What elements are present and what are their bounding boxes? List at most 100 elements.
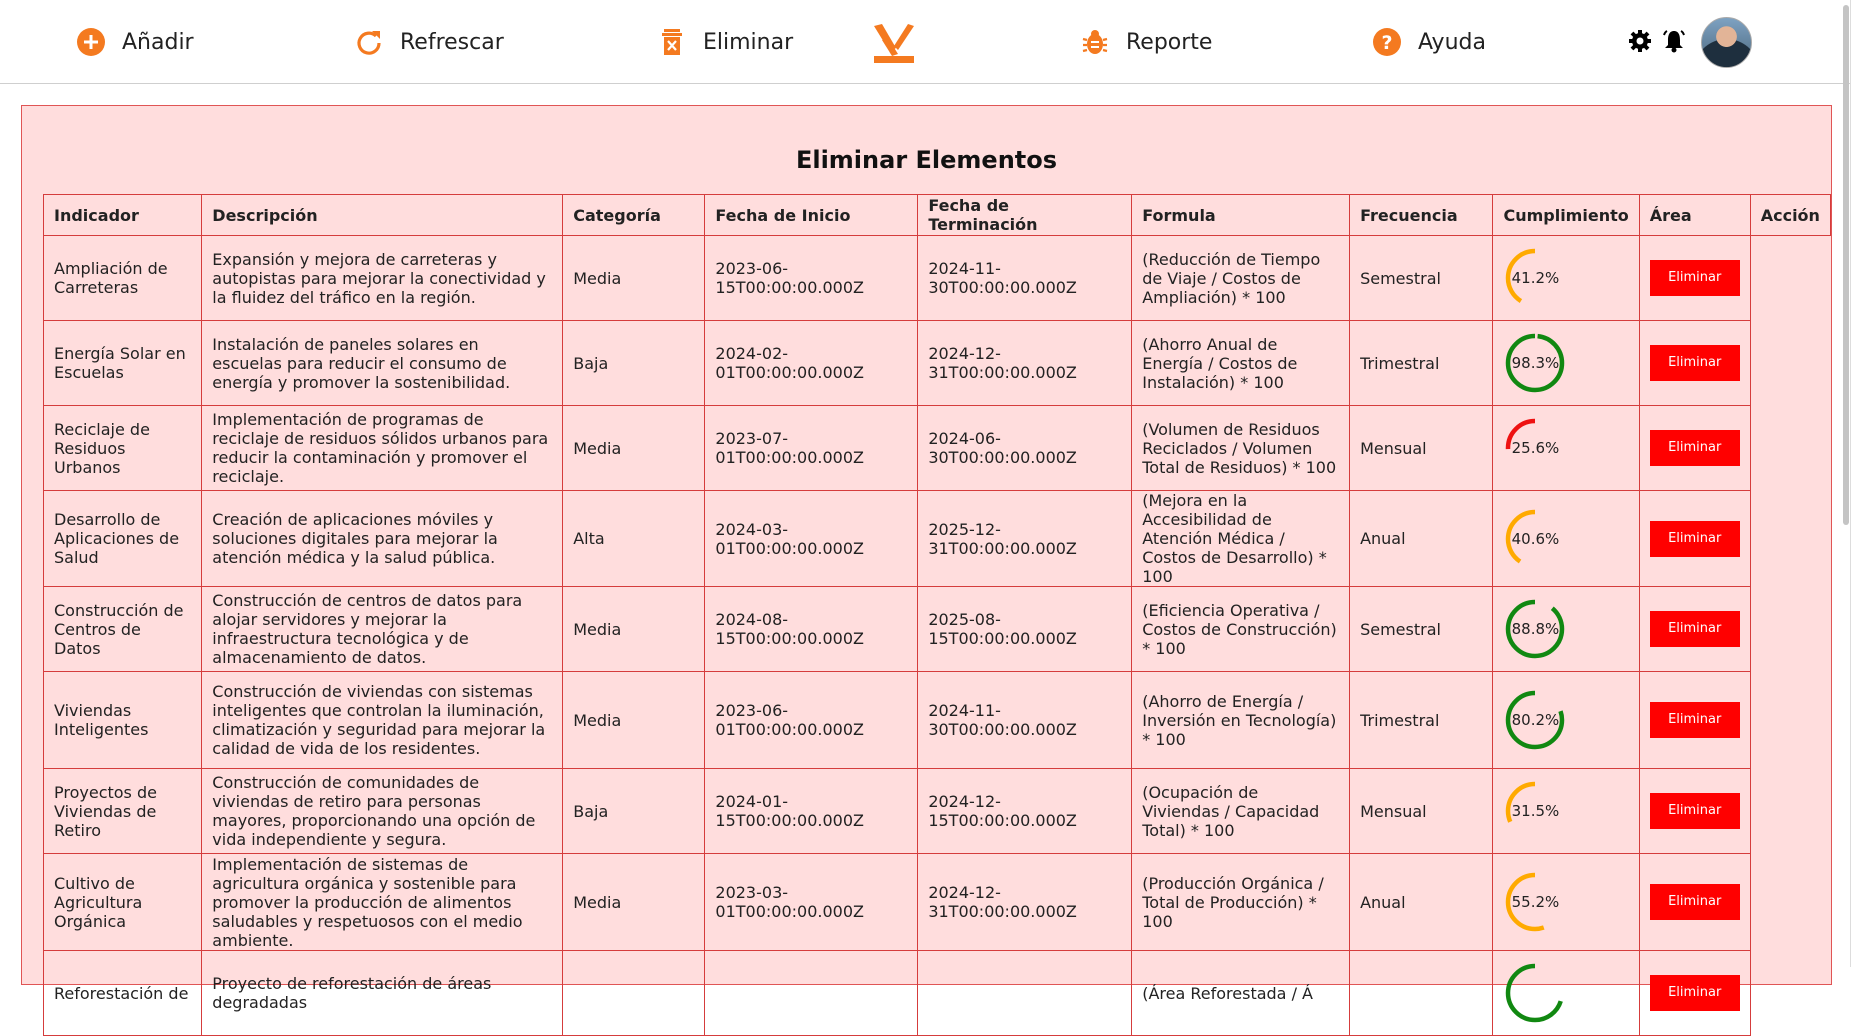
cell-accion bbox=[1750, 491, 1830, 587]
header-accion: Acción bbox=[1749, 194, 1832, 236]
cell-indicador: Reciclaje de Residuos Urbanos bbox=[42, 405, 203, 491]
delete-row-button[interactable]: Eliminar bbox=[1649, 702, 1740, 738]
gauge-percent-label bbox=[1503, 961, 1567, 1025]
help-label: Ayuda bbox=[1418, 29, 1486, 55]
table-row: Viviendas Inteligentes Construcción de vi… bbox=[42, 671, 1831, 769]
cell-categoria bbox=[562, 950, 706, 1036]
cell-area: Eliminar bbox=[1638, 671, 1751, 769]
cell-fecha-terminacion: 2024-11-30T00:00:00.000Z bbox=[917, 671, 1133, 769]
cell-fecha-terminacion: 2024-12-31T00:00:00.000Z bbox=[917, 853, 1133, 951]
delete-row-button[interactable]: Eliminar bbox=[1649, 793, 1740, 829]
cell-categoria: Media bbox=[562, 853, 706, 951]
cell-categoria: Alta bbox=[562, 490, 706, 587]
delete-row-button[interactable]: Eliminar bbox=[1649, 884, 1740, 920]
gauge-percent-label: 88.8% bbox=[1511, 620, 1560, 638]
report-label: Reporte bbox=[1126, 29, 1213, 55]
top-navbar: Añadir Refrescar Eliminar Reporte ? Ayud… bbox=[0, 0, 1851, 84]
user-avatar[interactable] bbox=[1701, 17, 1752, 68]
compliance-gauge: 55.2% bbox=[1503, 870, 1567, 934]
delete-row-button[interactable]: Eliminar bbox=[1649, 260, 1740, 296]
compliance-gauge: 25.6% bbox=[1503, 416, 1567, 480]
cell-cumplimiento: 31.5% bbox=[1492, 768, 1640, 854]
svg-text:?: ? bbox=[1381, 32, 1392, 54]
cell-area: Eliminar bbox=[1638, 586, 1751, 672]
cell-descripcion: Construcción de comunidades de viviendas… bbox=[201, 768, 564, 854]
delete-nav-button[interactable]: Eliminar bbox=[655, 20, 793, 64]
cell-descripcion: Implementación de sistemas de agricultur… bbox=[201, 853, 564, 951]
refresh-icon bbox=[352, 25, 386, 59]
cell-indicador: Energía Solar en Escuelas bbox=[42, 320, 203, 406]
cell-formula: (Ahorro Anual de Energía / Costos de Ins… bbox=[1131, 320, 1351, 406]
table-row: Energía Solar en Escuelas Instalación de … bbox=[42, 320, 1831, 406]
cell-fecha-terminacion: 2024-11-30T00:00:00.000Z bbox=[917, 235, 1133, 321]
refresh-button[interactable]: Refrescar bbox=[352, 20, 504, 64]
help-button[interactable]: ? Ayuda bbox=[1370, 20, 1486, 64]
compliance-gauge: 80.2% bbox=[1503, 688, 1567, 752]
header-formula: Formula bbox=[1131, 194, 1351, 236]
gauge-percent-label: 40.6% bbox=[1511, 529, 1560, 548]
cell-accion bbox=[1750, 951, 1830, 1036]
cell-formula: (Área Reforestada / Á bbox=[1131, 950, 1351, 1036]
cell-area: Eliminar bbox=[1638, 405, 1751, 491]
compliance-gauge bbox=[1503, 961, 1567, 1025]
cell-indicador: Ampliación de Carreteras bbox=[42, 235, 203, 321]
cell-cumplimiento: 40.6% bbox=[1492, 490, 1640, 587]
cell-area: Eliminar bbox=[1638, 490, 1751, 587]
cell-frecuencia: Anual bbox=[1349, 853, 1494, 951]
gauge-percent-label: 41.2% bbox=[1511, 269, 1560, 287]
cell-fecha-inicio: 2023-03-01T00:00:00.000Z bbox=[704, 853, 919, 951]
cell-categoria: Media bbox=[562, 405, 706, 491]
gauge-percent-label: 25.6% bbox=[1511, 439, 1560, 457]
cell-descripcion: Proyecto de reforestación de áreas degra… bbox=[201, 950, 564, 1036]
cell-categoria: Baja bbox=[562, 768, 706, 854]
cell-frecuencia: Semestral bbox=[1349, 235, 1494, 321]
delete-row-button[interactable]: Eliminar bbox=[1649, 430, 1740, 466]
cell-fecha-inicio: 2023-06-01T00:00:00.000Z bbox=[704, 671, 919, 769]
report-button[interactable]: Reporte bbox=[1078, 20, 1212, 64]
cell-area: Eliminar bbox=[1638, 235, 1751, 321]
delete-row-button[interactable]: Eliminar bbox=[1649, 975, 1740, 1011]
table-body: Ampliación de Carreteras Expansión y mejo… bbox=[42, 235, 1831, 1036]
header-fecha-terminacion: Fecha de Terminación bbox=[917, 194, 1133, 236]
cell-descripcion: Expansión y mejora de carreteras y autop… bbox=[201, 235, 564, 321]
cell-indicador: Cultivo de Agricultura Orgánica bbox=[42, 853, 203, 951]
cell-descripcion: Instalación de paneles solares en escuel… bbox=[201, 320, 564, 406]
cell-descripcion: Implementación de programas de reciclaje… bbox=[201, 405, 564, 491]
cell-accion bbox=[1750, 672, 1830, 769]
table-header-row: Indicador Descripción Categoría Fecha de… bbox=[42, 194, 1832, 236]
table-row: Cultivo de Agricultura Orgánica Implement… bbox=[42, 853, 1831, 951]
cell-fecha-terminacion: 2025-08-15T00:00:00.000Z bbox=[917, 586, 1133, 672]
delete-row-button[interactable]: Eliminar bbox=[1649, 611, 1740, 647]
delete-row-button[interactable]: Eliminar bbox=[1649, 345, 1740, 381]
cell-indicador: Construcción de Centros de Datos bbox=[42, 586, 203, 672]
cell-frecuencia bbox=[1349, 950, 1494, 1036]
bell-icon[interactable] bbox=[1662, 29, 1686, 53]
cell-formula: (Eficiencia Operativa / Costos de Constr… bbox=[1131, 586, 1351, 672]
cell-fecha-inicio: 2024-08-15T00:00:00.000Z bbox=[704, 586, 919, 672]
cell-formula: (Reducción de Tiempo de Viaje / Costos d… bbox=[1131, 235, 1351, 321]
header-descripcion: Descripción bbox=[201, 194, 564, 236]
cell-fecha-inicio: 2024-01-15T00:00:00.000Z bbox=[704, 768, 919, 854]
add-button[interactable]: Añadir bbox=[74, 20, 194, 64]
header-fecha-inicio: Fecha de Inicio bbox=[704, 194, 919, 236]
cell-fecha-terminacion: 2025-12-31T00:00:00.000Z bbox=[917, 490, 1133, 587]
cell-fecha-inicio bbox=[704, 950, 919, 1036]
cell-area: Eliminar bbox=[1638, 320, 1751, 406]
cell-accion bbox=[1750, 236, 1830, 321]
cell-indicador: Reforestación de bbox=[42, 950, 203, 1036]
scrollbar-thumb[interactable] bbox=[1843, 5, 1849, 525]
cell-descripcion: Creación de aplicaciones móviles y soluc… bbox=[201, 490, 564, 587]
cell-cumplimiento: 80.2% bbox=[1492, 671, 1640, 769]
delete-label: Eliminar bbox=[703, 29, 794, 55]
cell-categoria: Media bbox=[562, 671, 706, 769]
table-row: Reforestación de Proyecto de reforestació… bbox=[42, 950, 1831, 1036]
cell-indicador: Viviendas Inteligentes bbox=[42, 671, 203, 769]
gear-icon[interactable] bbox=[1628, 29, 1652, 53]
cell-frecuencia: Trimestral bbox=[1349, 320, 1494, 406]
delete-row-button[interactable]: Eliminar bbox=[1649, 520, 1740, 557]
compliance-gauge: 41.2% bbox=[1503, 246, 1567, 310]
table-row: Reciclaje de Residuos Urbanos Implementac… bbox=[42, 405, 1831, 491]
cell-formula: (Producción Orgánica / Total de Producci… bbox=[1131, 853, 1351, 951]
gauge-percent-label: 98.3% bbox=[1511, 354, 1560, 372]
brand-logo-icon bbox=[872, 22, 916, 64]
